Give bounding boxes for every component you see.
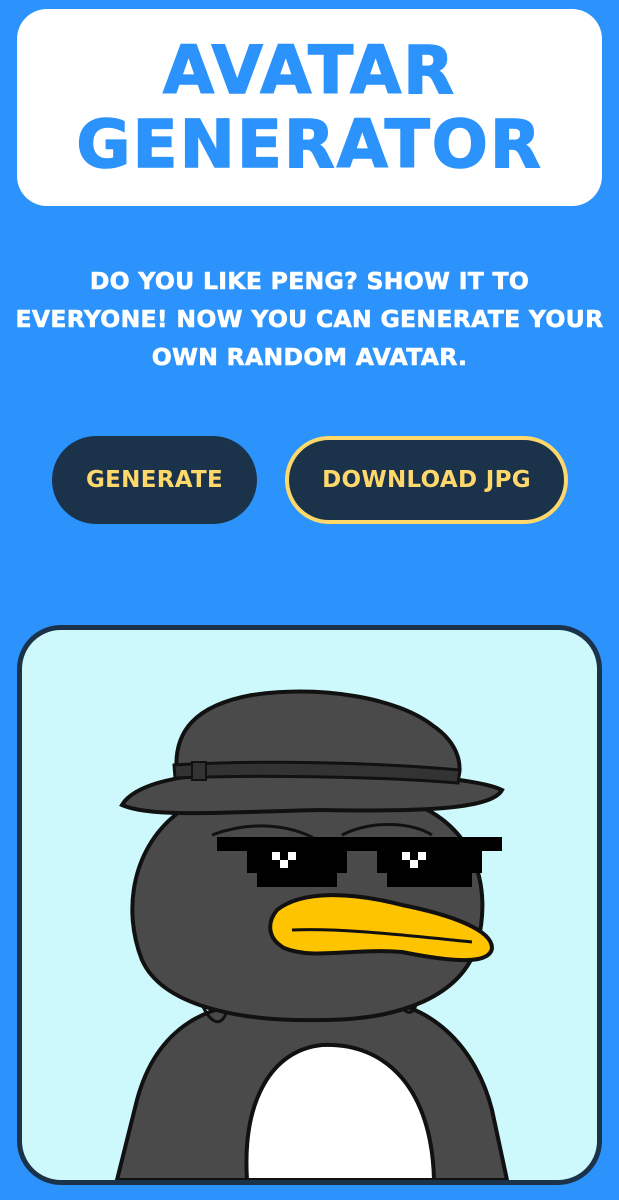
title-card: AVATAR GENERATOR: [17, 9, 602, 206]
penguin-avatar-image: [114, 689, 510, 1180]
intro-line-3: OWN RANDOM AVATAR.: [151, 343, 468, 372]
generate-button[interactable]: GENERATE: [52, 436, 257, 524]
hat-band-buckle: [191, 761, 207, 781]
page-title-line-1: AVATAR: [162, 31, 456, 109]
download-jpg-button[interactable]: DOWNLOAD JPG: [285, 436, 568, 524]
avatar-preview: [17, 625, 602, 1185]
page-title-line-2: GENERATOR: [76, 105, 543, 183]
intro-line-1: DO YOU LIKE PENG? SHOW IT TO: [89, 267, 530, 296]
intro-text: DO YOU LIKE PENG? SHOW IT TO EVERYONE! N…: [0, 262, 619, 376]
intro-line-2: EVERYONE! NOW YOU CAN GENERATE YOUR: [15, 305, 604, 334]
